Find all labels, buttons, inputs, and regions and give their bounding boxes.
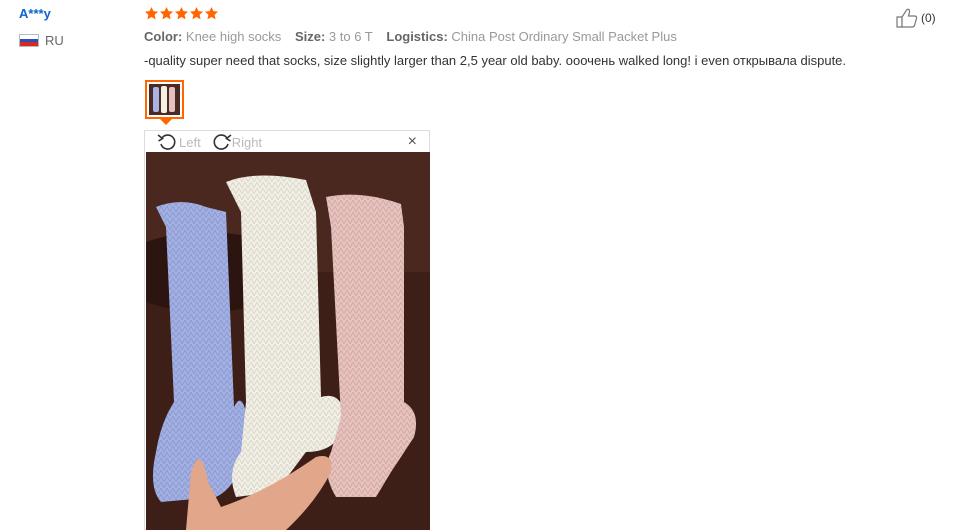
- reviewer-name: A***y: [19, 6, 51, 21]
- rotate-left-label: Left: [179, 134, 201, 150]
- order-details: Color: Knee high socks Size: 3 to 6 T Lo…: [144, 29, 677, 44]
- size-label: Size:: [294, 29, 326, 44]
- size-value: 3 to 6 T: [328, 29, 373, 44]
- review-text: -quality super need that socks, size sli…: [144, 53, 847, 68]
- image-viewer: Left Right ×: [144, 130, 430, 530]
- rotate-left-icon: [157, 134, 176, 150]
- close-icon[interactable]: ×: [408, 134, 417, 150]
- star-icon: [160, 6, 173, 20]
- color-label: Color:: [144, 29, 183, 44]
- star-icon: [190, 6, 203, 20]
- star-icon: [175, 6, 188, 20]
- useful-button[interactable]: (0): [896, 8, 936, 28]
- rotate-right-label: Right: [231, 134, 263, 150]
- logistics-label: Logistics:: [386, 29, 448, 44]
- rotate-left-button[interactable]: Left: [157, 133, 201, 151]
- reviewer-country: RU: [19, 33, 64, 48]
- russia-flag-icon: [19, 34, 39, 47]
- thumbnail-pointer: [160, 119, 172, 125]
- rotate-right-button[interactable]: Right: [210, 133, 262, 151]
- logistics-value: China Post Ordinary Small Packet Plus: [451, 29, 677, 44]
- color-value: Knee high socks: [185, 29, 282, 44]
- viewer-toolbar: Left Right: [145, 131, 429, 153]
- thumbs-up-icon: [896, 8, 918, 28]
- star-rating: [144, 6, 219, 21]
- star-icon: [205, 6, 218, 20]
- review-photo-thumbnail[interactable]: [145, 80, 184, 119]
- useful-count: (0): [921, 11, 936, 25]
- country-code: RU: [45, 33, 64, 48]
- socks-thumbnail-image: [149, 84, 180, 115]
- rotate-right-icon: [213, 134, 232, 150]
- socks-photo: [146, 152, 430, 530]
- star-icon: [145, 6, 158, 20]
